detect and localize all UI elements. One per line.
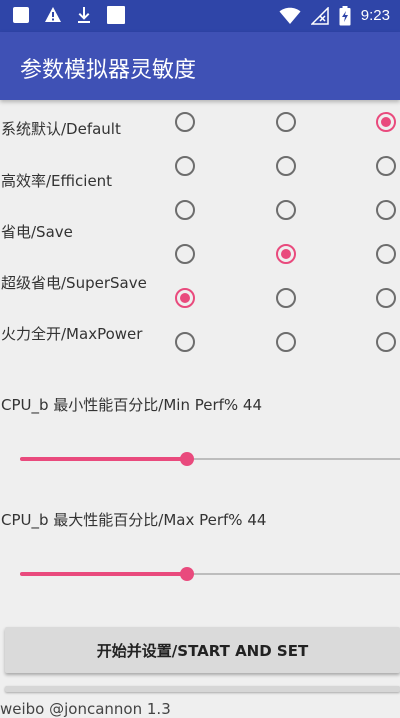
radio-row-1-col-3[interactable] — [376, 112, 396, 132]
warning-icon — [45, 7, 61, 22]
battery-icon — [339, 6, 351, 26]
status-bar: 9:23 — [0, 0, 400, 32]
radio-row-6-col-1[interactable] — [175, 332, 195, 352]
radio-row-2-col-1[interactable] — [175, 156, 195, 176]
radio-row-6-col-2[interactable] — [276, 332, 296, 352]
min-perf-label: CPU_b 最小性能百分比/Min Perf% 44 — [1, 396, 263, 414]
min-perf-slider[interactable] — [20, 449, 400, 469]
max-perf-label: CPU_b 最大性能百分比/Max Perf% 44 — [1, 511, 267, 529]
mode-label-supersave: 超级省电/SuperSave — [1, 274, 147, 292]
mode-label-default: 系统默认/Default — [1, 120, 121, 138]
slider-fill — [20, 457, 188, 461]
square-icon — [107, 6, 125, 24]
max-perf-slider[interactable] — [20, 564, 400, 584]
secondary-button[interactable] — [5, 686, 400, 692]
radio-row-2-col-3[interactable] — [376, 156, 396, 176]
mode-label-save: 省电/Save — [1, 223, 73, 241]
radio-row-1-col-1[interactable] — [175, 112, 195, 132]
radio-row-4-col-1[interactable] — [175, 244, 195, 264]
app-title: 参数模拟器灵敏度 — [20, 58, 197, 83]
radio-row-3-col-3[interactable] — [376, 200, 396, 220]
slider-thumb[interactable] — [180, 452, 195, 466]
signal-icon — [310, 7, 329, 25]
radio-row-4-col-3[interactable] — [376, 244, 396, 264]
slider-fill — [20, 572, 188, 576]
slider-thumb[interactable] — [180, 567, 195, 581]
radio-row-2-col-2[interactable] — [276, 156, 296, 176]
radio-row-5-col-1[interactable] — [175, 288, 195, 308]
wifi-icon — [279, 7, 301, 24]
square-icon — [13, 7, 29, 23]
footer-credit: weibo @joncannon 1.3 — [0, 700, 171, 718]
radio-row-5-col-3[interactable] — [376, 288, 396, 308]
start-and-set-button[interactable]: 开始并设置/START AND SET — [5, 627, 400, 673]
radio-row-4-col-2[interactable] — [276, 244, 296, 264]
radio-row-6-col-3[interactable] — [376, 332, 396, 352]
mode-label-maxpower: 火力全开/MaxPower — [1, 325, 143, 343]
status-time: 9:23 — [360, 7, 390, 24]
app-bar: 参数模拟器灵敏度 — [0, 32, 400, 100]
radio-row-3-col-1[interactable] — [175, 200, 195, 220]
download-icon — [78, 7, 90, 23]
radio-row-3-col-2[interactable] — [276, 200, 296, 220]
mode-label-efficient: 高效率/Efficient — [1, 172, 113, 190]
radio-row-5-col-2[interactable] — [276, 288, 296, 308]
radio-row-1-col-2[interactable] — [276, 112, 296, 132]
